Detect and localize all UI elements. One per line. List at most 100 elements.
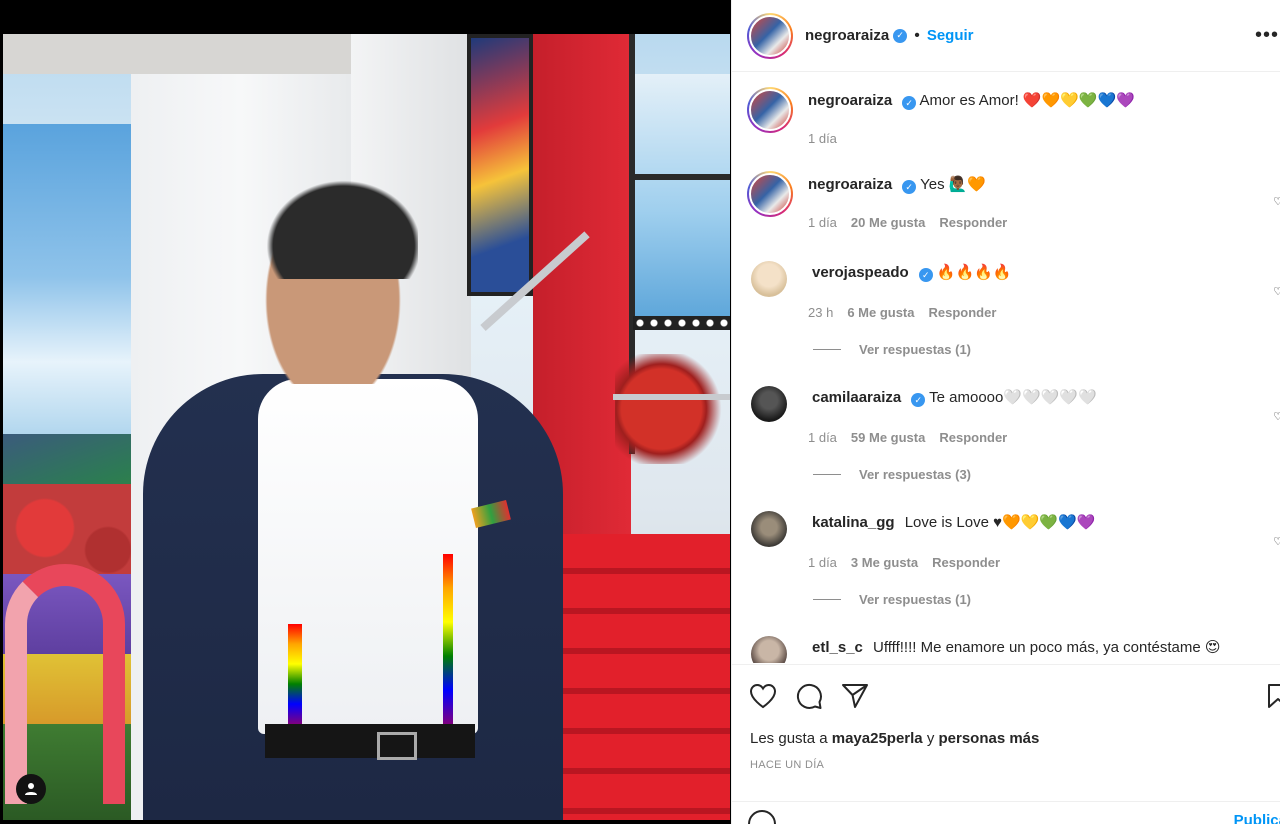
photo-rainbow-suspender-right [443,554,453,724]
post-actions: Les gusta a maya25perla y personas más H… [732,664,1280,824]
likes-connector: y [926,730,935,747]
likes-prefix: Les gusta a [750,730,828,747]
commenter-username[interactable]: etl_s_c [812,639,863,656]
emoji-icon[interactable] [748,810,776,824]
photo-window-bar [629,174,730,180]
verified-badge-icon: ✓ [918,268,933,282]
view-replies-button[interactable]: Ver respuestas (1) [813,592,1277,607]
view-replies-button[interactable]: Ver respuestas (3) [813,467,1277,482]
comment-item: negroaraiza ✓ Yes 🙋🏾‍♂️🧡 1 día 20 Me gust… [747,171,1280,230]
photo-red-tree [615,354,730,464]
liker-username[interactable]: maya25perla [832,730,923,747]
likes-others-link[interactable]: personas más [938,730,1039,747]
verified-badge-icon: ✓ [902,180,917,194]
photo-belt-buckle [377,732,417,760]
photo-arch [5,564,125,804]
verified-badge-icon: ✓ [893,28,908,43]
separator-dot: • [914,26,920,44]
photo-railing-2 [613,394,730,400]
comment-text: Te amoooo🤍🤍🤍🤍🤍 [929,389,1097,406]
reply-button[interactable]: Responder [939,430,1007,445]
commenter-avatar[interactable] [751,261,787,297]
action-icons-row [748,681,870,711]
send-icon [842,684,868,708]
heart-icon [749,683,777,709]
verified-badge-icon: ✓ [902,96,917,110]
author-avatar[interactable] [747,12,793,59]
comment-time[interactable]: 1 día [808,131,837,146]
photo-sky-left [3,124,131,464]
like-comment-icon[interactable]: ♡ [1273,410,1280,423]
comment-likes[interactable]: 6 Me gusta [847,305,914,320]
commenter-avatar[interactable] [747,171,793,217]
view-replies-label: Ver respuestas (1) [859,592,972,607]
view-replies-label: Ver respuestas (1) [859,342,972,357]
photo-man-hair [253,169,418,279]
comments-list[interactable]: negroaraiza ✓ Amor es Amor! ❤️🧡💛💚💙💜 1 día… [732,73,1280,663]
tagged-users-button[interactable] [16,774,46,804]
save-button[interactable] [1267,683,1280,714]
like-comment-icon[interactable]: ♡ [1273,285,1280,298]
comment-item: verojaspeado ✓ 🔥🔥🔥🔥 23 h 6 Me gusta Respo… [747,261,1280,357]
photo-lights [633,316,730,330]
commenter-username[interactable]: katalina_gg [812,514,895,531]
photo-belt [265,724,475,758]
user-icon [25,783,37,795]
like-comment-icon[interactable]: ♡ [1273,535,1280,548]
likes-summary: Les gusta a maya25perla y personas más [750,730,1039,747]
share-button[interactable] [840,681,870,711]
comment-composer: Publica [732,801,1280,824]
comment-time[interactable]: 23 h [808,305,833,320]
comment-time[interactable]: 1 día [808,555,837,570]
photo-painting [467,34,533,296]
comment-item: katalina_gg Love is Love ♥🧡💛💚💙💜 1 día 3 … [747,511,1280,607]
view-replies-button[interactable]: Ver respuestas (1) [813,342,1277,357]
replies-divider [813,599,841,600]
comment-text: Uffff!!!! Me enamore un poco más, ya con… [873,639,1221,656]
more-options-icon[interactable]: ••• [1255,24,1279,47]
author-username[interactable]: negroaraiza [805,27,889,44]
comment-text: Amor es Amor! ❤️🧡💛💚💙💜 [919,92,1135,109]
post-header: negroaraiza ✓ • Seguir ••• [732,0,1280,72]
comment-time[interactable]: 1 día [808,215,837,230]
bookmark-icon [1268,684,1280,708]
comment-text: 🔥🔥🔥🔥 [936,264,1012,281]
comment-likes[interactable]: 59 Me gusta [851,430,925,445]
post-photo-panel [0,0,731,824]
view-replies-label: Ver respuestas (3) [859,467,972,482]
comment-likes[interactable]: 20 Me gusta [851,215,925,230]
commenter-avatar[interactable] [751,511,787,547]
like-comment-icon[interactable]: ♡ [1273,195,1280,208]
comment-icon [796,683,822,709]
reply-button[interactable]: Responder [939,215,1007,230]
commenter-avatar[interactable] [751,636,787,663]
verified-badge-icon: ✓ [911,393,926,407]
follow-button[interactable]: Seguir [927,27,974,44]
commenter-avatar[interactable] [747,87,793,133]
caption: negroaraiza ✓ Amor es Amor! ❤️🧡💛💚💙💜 1 día [747,87,1277,146]
photo-beam [3,34,353,74]
comment-button[interactable] [794,681,824,711]
comment-input[interactable] [796,812,1196,824]
comment-time[interactable]: 1 día [808,430,837,445]
commenter-username[interactable]: negroaraiza [808,92,892,109]
post-photo[interactable] [3,34,730,820]
comment-item: etl_s_c Uffff!!!! Me enamore un poco más… [747,636,1277,663]
commenter-avatar[interactable] [751,386,787,422]
comment-item: camilaaraiza ✓ Te amoooo🤍🤍🤍🤍🤍 1 día 59 Me… [747,386,1280,482]
commenter-username[interactable]: negroaraiza [808,176,892,193]
commenter-username[interactable]: verojaspeado [812,264,909,281]
like-button[interactable] [748,681,778,711]
post-comment-button[interactable]: Publica [1234,812,1280,824]
photo-rainbow-suspender-left [288,624,302,724]
replies-divider [813,349,841,350]
commenter-username[interactable]: camilaaraiza [812,389,901,406]
post-side-panel: negroaraiza ✓ • Seguir ••• negroaraiza ✓ … [731,0,1280,824]
comment-likes[interactable]: 3 Me gusta [851,555,918,570]
comment-text: Yes 🙋🏾‍♂️🧡 [920,176,987,193]
comment-text: Love is Love ♥🧡💛💚💙💜 [904,514,1096,531]
reply-button[interactable]: Responder [929,305,997,320]
post-date[interactable]: HACE UN DÍA [750,759,824,771]
replies-divider [813,474,841,475]
reply-button[interactable]: Responder [932,555,1000,570]
